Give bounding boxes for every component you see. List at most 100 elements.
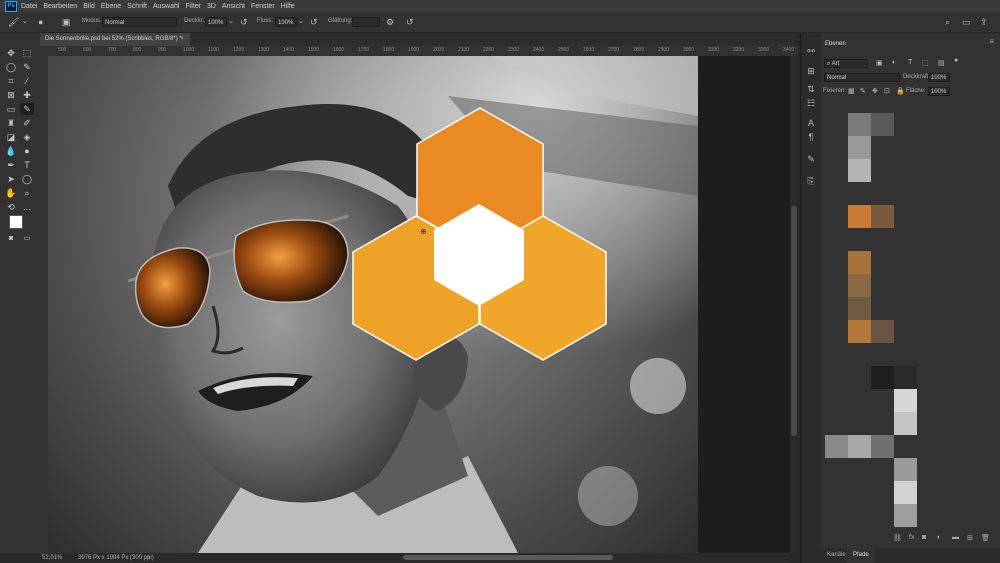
pressure-opacity-icon[interactable]: ↺ xyxy=(240,17,248,27)
quick-mask-icon[interactable]: ◙ xyxy=(4,233,18,245)
history-panel-icon[interactable]: ⚯ xyxy=(805,45,817,57)
adjustment-layer-icon[interactable]: ◐ xyxy=(937,534,941,541)
menu-type[interactable]: Schrift xyxy=(127,3,147,10)
blend-mode-select[interactable]: Normal xyxy=(824,73,900,82)
group-folder-icon[interactable]: ▬ xyxy=(952,534,959,541)
lock-position-icon[interactable]: ✥ xyxy=(872,87,878,95)
vertical-scroll-thumb[interactable] xyxy=(791,206,797,436)
link-layers-icon[interactable]: ⛓ xyxy=(893,534,902,542)
crop-tool-icon[interactable]: ⌗ xyxy=(4,75,18,87)
fill-input[interactable]: 100% xyxy=(928,87,950,96)
brush-settings-icon[interactable]: ▣ xyxy=(62,17,71,27)
horizontal-scroll-thumb[interactable] xyxy=(403,555,613,560)
brush-tool-icon[interactable]: ✎ xyxy=(20,103,34,115)
gradient-tool-icon[interactable]: ◈ xyxy=(20,131,34,143)
marquee-tool-icon[interactable]: ⬚ xyxy=(20,47,34,59)
close-icon[interactable]: × xyxy=(180,33,184,46)
smoothing-input[interactable] xyxy=(352,17,380,27)
document-tab[interactable]: Die Sonnenbrille.psd bei 52% (Scribbles,… xyxy=(40,33,190,46)
shape-tool-icon[interactable]: ◯ xyxy=(20,173,34,185)
vertical-scrollbar[interactable] xyxy=(790,56,798,553)
history-brush-tool-icon[interactable]: ✐ xyxy=(20,117,34,129)
filter-pixel-icon[interactable]: ▣ xyxy=(876,59,883,67)
workspace-icon[interactable]: ▭ xyxy=(962,17,971,27)
trash-icon[interactable]: 🗑 xyxy=(981,534,990,542)
more-tools-icon[interactable]: … xyxy=(20,201,34,213)
layers-panel-title[interactable]: Ebenen xyxy=(825,41,846,47)
chevron-down-icon[interactable]: ⌄ xyxy=(228,17,234,27)
flow-input[interactable]: 100% xyxy=(275,17,297,27)
properties-panel-icon[interactable]: ⇅ xyxy=(805,83,817,95)
path-select-tool-icon[interactable]: ➤ xyxy=(4,173,18,185)
ruler-tick-label: 2100 xyxy=(458,47,470,53)
pressure-size-icon[interactable]: ↺ xyxy=(406,17,414,27)
brush-tool-icon[interactable]: 🖌 xyxy=(8,17,19,27)
menu-edit[interactable]: Bearbeiten xyxy=(43,3,77,10)
blur-tool-icon[interactable]: 💧 xyxy=(4,145,18,157)
layer-filter-select[interactable]: ⌕ Art xyxy=(824,59,868,68)
brush-settings-panel-icon[interactable]: ✎ xyxy=(805,153,817,165)
clone-source-panel-icon[interactable]: ⎘ xyxy=(805,175,817,187)
filter-shape-icon[interactable]: ⬚ xyxy=(922,59,929,67)
rotate-view-icon[interactable]: ⟲ xyxy=(4,201,18,213)
patch-tool-icon[interactable]: ▭ xyxy=(4,103,18,115)
menu-image[interactable]: Bild xyxy=(83,3,95,10)
layer-opacity-input[interactable]: 100% xyxy=(928,73,950,82)
chevron-down-icon[interactable]: ⌄ xyxy=(298,17,304,27)
chevron-down-icon[interactable]: ⌄ xyxy=(22,17,28,27)
menu-view[interactable]: Ansicht xyxy=(222,3,245,10)
menu-help[interactable]: Hilfe xyxy=(281,3,295,10)
filter-smart-object-icon[interactable]: ▤ xyxy=(938,59,945,67)
brush-preset-icon[interactable]: ● xyxy=(38,17,43,27)
eyedropper-tool-icon[interactable]: ⁄ xyxy=(20,75,34,87)
filter-toggle-icon[interactable]: ● xyxy=(954,57,958,64)
layer-style-icon[interactable]: fx xyxy=(909,534,914,541)
dodge-tool-icon[interactable]: ● xyxy=(20,145,34,157)
libraries-panel-icon[interactable]: ☷ xyxy=(805,97,817,109)
layer-mask-icon[interactable]: ◙ xyxy=(922,534,926,541)
menu-layer[interactable]: Ebene xyxy=(101,3,121,10)
gear-icon[interactable]: ⚙ xyxy=(386,17,394,27)
opacity-input[interactable]: 100% xyxy=(205,17,227,27)
search-icon[interactable]: ⌕ xyxy=(945,17,950,27)
character-panel-icon[interactable]: A xyxy=(805,117,817,129)
healing-tool-icon[interactable]: ✚ xyxy=(20,89,34,101)
menu-file[interactable]: Datei xyxy=(21,3,37,10)
hand-tool-icon[interactable]: ✋ xyxy=(4,187,18,199)
pen-tool-icon[interactable]: ✒ xyxy=(4,159,18,171)
quick-select-tool-icon[interactable]: ✎ xyxy=(20,61,34,73)
share-icon[interactable]: ⇪ xyxy=(980,17,988,27)
menu-3d[interactable]: 3D xyxy=(207,3,216,10)
menu-select[interactable]: Auswahl xyxy=(153,3,179,10)
foreground-color-swatch[interactable] xyxy=(9,215,23,229)
airbrush-icon[interactable]: ↺ xyxy=(310,17,318,27)
chevron-right-icon[interactable]: › xyxy=(148,553,150,563)
adjustments-panel-icon[interactable]: ⊞ xyxy=(805,65,817,77)
menu-filter[interactable]: Filter xyxy=(185,3,201,10)
zoom-tool-icon[interactable]: ⌕ xyxy=(20,187,34,199)
eraser-tool-icon[interactable]: ◪ xyxy=(4,131,18,143)
stamp-tool-icon[interactable]: ♜ xyxy=(4,117,18,129)
layer-list[interactable] xyxy=(825,113,997,531)
lock-artboard-icon[interactable]: ⊡ xyxy=(884,87,890,95)
frame-tool-icon[interactable]: ⊠ xyxy=(4,89,18,101)
filter-type-icon[interactable]: T xyxy=(908,59,912,66)
layers-panel: Ebenen ≡ ⌕ Art ▣ ◐ T ⬚ ▤ ● Normal Deckkr… xyxy=(821,33,1000,563)
lasso-tool-icon[interactable]: ◯ xyxy=(4,61,18,73)
screen-mode-icon[interactable]: ▭ xyxy=(20,233,34,245)
canvas[interactable]: ⊕ xyxy=(48,56,698,553)
panel-menu-icon[interactable]: ≡ xyxy=(989,37,994,46)
menu-window[interactable]: Fenster xyxy=(251,3,275,10)
zoom-level[interactable]: 52,01% xyxy=(42,553,62,563)
lock-all-icon[interactable]: 🔒 xyxy=(896,87,905,95)
type-tool-icon[interactable]: T xyxy=(20,159,34,171)
layer-row-pixel xyxy=(894,504,917,527)
lock-transparency-icon[interactable]: ▦ xyxy=(848,87,855,95)
new-layer-icon[interactable]: ⊞ xyxy=(967,534,973,542)
move-tool-icon[interactable]: ✥ xyxy=(4,47,18,59)
paragraph-panel-icon[interactable]: ¶ xyxy=(805,131,817,143)
tab-paths[interactable]: Pfade xyxy=(847,548,875,563)
filter-adjustment-icon[interactable]: ◐ xyxy=(892,59,896,66)
mode-select[interactable]: Normal xyxy=(102,17,177,27)
lock-pixels-icon[interactable]: ✎ xyxy=(860,87,866,95)
